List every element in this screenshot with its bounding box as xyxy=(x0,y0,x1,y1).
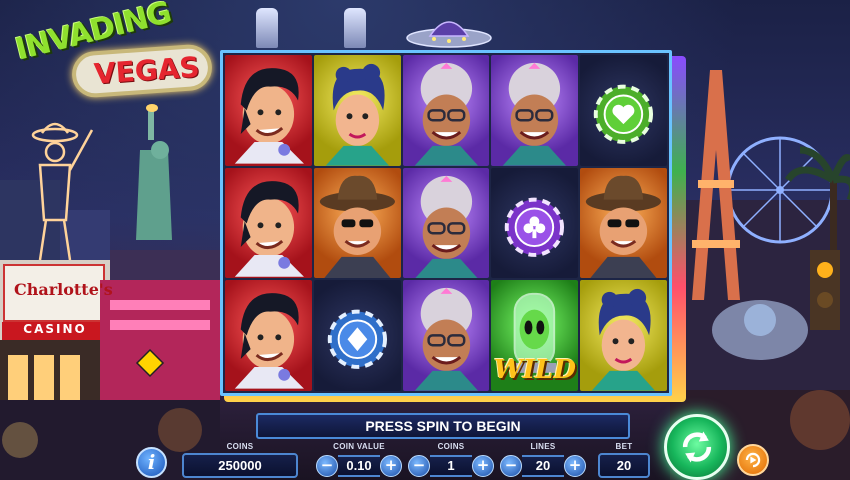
autoplay-button[interactable] xyxy=(737,444,769,476)
reel-symbol-cowboy xyxy=(580,167,667,279)
coins-bet-increase-button[interactable]: + xyxy=(472,455,494,477)
autoplay-icon xyxy=(745,452,761,468)
coin-value-display: 0.10 xyxy=(338,455,380,477)
coins-bet-decrease-button[interactable]: − xyxy=(408,455,430,477)
ufo-icon xyxy=(406,21,492,48)
message-bar: PRESS SPIN TO BEGIN xyxy=(256,413,630,439)
elvis-icon xyxy=(234,68,304,164)
elvis-icon xyxy=(234,180,304,277)
reel-symbol-elvis xyxy=(225,167,312,279)
reel-symbol-elvis xyxy=(225,280,312,391)
spin-arrows-icon xyxy=(682,431,712,463)
granny-icon xyxy=(414,175,478,279)
lady-icon xyxy=(591,289,656,391)
statue-icon xyxy=(136,104,172,240)
coin-value-stepper: − 0.10 + xyxy=(316,454,402,478)
granny-icon xyxy=(503,62,567,166)
coin-value-increase-button[interactable]: + xyxy=(380,455,402,477)
lines-decrease-button[interactable]: − xyxy=(500,455,522,477)
reel-symbol-granny xyxy=(491,55,579,166)
coins-bet-display: 1 xyxy=(430,455,472,477)
cowboy-icon xyxy=(586,175,662,279)
reel-symbol-granny xyxy=(402,55,490,166)
cowboy-icon xyxy=(319,175,395,279)
coins-bet-label: COINS xyxy=(437,442,465,451)
elvis-icon xyxy=(234,293,304,390)
lines-display: 20 xyxy=(522,455,564,477)
reel-symbol-chip-club xyxy=(491,167,579,279)
reel-symbol-cowboy xyxy=(313,167,401,279)
coin-value-label: COIN VALUE xyxy=(333,442,385,451)
top-lamp-right xyxy=(344,8,366,48)
coins-balance-value: 250000 xyxy=(182,453,298,478)
casino-name-sign: Charlotte's xyxy=(14,280,113,299)
chip-heart-icon xyxy=(593,84,654,144)
lady-icon xyxy=(325,63,389,166)
chip-club-icon xyxy=(505,197,565,257)
reel-symbol-granny xyxy=(402,280,490,391)
spin-button[interactable] xyxy=(664,414,730,480)
top-lamp-left xyxy=(256,8,278,48)
reel-symbol-elvis xyxy=(225,55,312,166)
casino-sign: CASINO xyxy=(23,322,87,336)
reel-symbol-chip-diamond xyxy=(313,280,401,391)
reel-symbol-lady xyxy=(313,55,401,166)
lines-increase-button[interactable]: + xyxy=(564,455,586,477)
wild-label: WILD xyxy=(493,354,576,385)
lines-stepper: − 20 + xyxy=(500,454,586,478)
lines-label: LINES xyxy=(530,442,556,451)
vegas-skyline-right xyxy=(670,70,850,480)
coin-value-decrease-button[interactable]: − xyxy=(316,455,338,477)
info-button[interactable]: i xyxy=(136,447,167,478)
chip-diamond-icon xyxy=(327,309,387,370)
game-logo: INVADING VEGAS xyxy=(10,0,214,108)
reel-grid: WILD xyxy=(220,50,672,396)
reel-symbol-granny xyxy=(402,167,490,279)
reel-symbol-chip-heart xyxy=(580,55,667,166)
granny-icon xyxy=(414,62,478,166)
bet-value: 20 xyxy=(598,453,650,478)
reel-symbol-alien-wild: WILD xyxy=(491,280,579,391)
bet-label: BET xyxy=(615,442,633,451)
coins-balance-label: COINS xyxy=(226,442,254,451)
granny-icon xyxy=(414,288,478,391)
coins-bet-stepper: − 1 + xyxy=(408,454,494,478)
reel-symbol-lady xyxy=(580,280,667,391)
